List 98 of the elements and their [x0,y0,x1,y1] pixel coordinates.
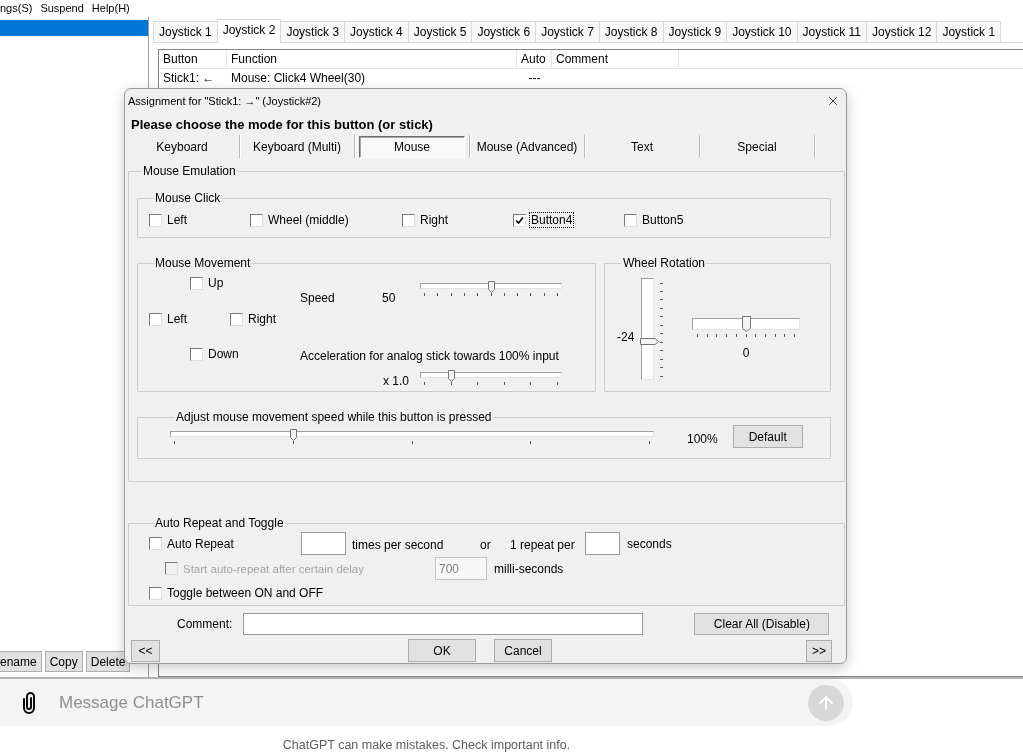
checkmark-icon [515,215,524,225]
slider-thumb[interactable] [289,429,297,441]
table-header-cell[interactable]: Button [159,50,227,68]
joystick-tab[interactable]: Joystick 12 [866,21,938,42]
table-cell-text: Mouse: Click4 Wheel(30) [230,70,367,87]
checkbox[interactable] [149,213,162,227]
joystick-tab[interactable]: Joystick 7 [535,21,600,42]
dialog-title: Assignment for "Stick1: →" (Joystick#2) [128,95,322,107]
group-title: Wheel Rotation [622,256,707,270]
checkbox[interactable] [513,213,526,227]
joystick-tab[interactable]: Joystick 2 [216,19,282,43]
label: -24 [617,330,635,344]
group-title: Adjust mouse movement speed while this button is pressed [175,410,493,424]
label: Acceleration for analog stick towards 100% input [300,349,559,363]
group-title: Mouse Emulation [142,164,237,178]
slider-thumb[interactable] [741,316,751,332]
dialog-heading: Please choose the mode for this button (or stick) [131,117,434,132]
mode-tab[interactable]: Text [588,135,696,158]
close-icon [826,94,840,108]
mode-tab[interactable]: Special [703,135,811,158]
table-header-cell[interactable]: Auto [517,50,552,68]
slider-thumb[interactable] [447,370,455,382]
checkbox-label: Right [247,311,277,327]
table-cell-text: Stick1: ← [162,70,216,87]
checkbox-label: Down [207,346,240,362]
menu-item[interactable]: Suspend [40,3,84,14]
label: 0 [742,346,750,360]
table-header-cell[interactable]: Function [227,50,517,68]
close-button[interactable] [826,94,840,108]
checkbox-label: Button4 [529,212,575,228]
checkbox-label: Wheel (middle) [267,212,350,228]
checkbox[interactable] [149,586,162,600]
joystick-tab[interactable]: Joystick 11 [796,21,867,42]
checkbox-label: Auto Repeat [166,535,235,552]
label: x 1.0 [383,374,409,388]
mode-tab[interactable]: Mouse (Advanced) [473,135,581,158]
joystick-tab[interactable]: Joystick 4 [344,21,409,42]
checkbox-label: Left [166,311,188,327]
attach-button[interactable] [21,690,37,715]
joystick-tab[interactable]: Joystick 10 [726,21,798,42]
checkbox[interactable] [250,213,263,227]
clear-all-button[interactable]: Clear All (Disable) [694,612,830,635]
ok-button[interactable]: OK [408,639,476,662]
checkbox-label: Button5 [641,212,685,228]
previous-button[interactable]: << [131,639,160,662]
checkbox[interactable] [149,312,162,326]
menu-item[interactable]: ngs(S) [0,3,33,14]
next-button[interactable]: >> [806,639,832,662]
label: 50 [382,291,396,305]
input-field[interactable] [301,532,346,555]
checkbox[interactable] [190,276,203,290]
paperclip-icon [21,690,37,715]
menu-item[interactable]: Help(H) [91,3,130,14]
table-header-cell[interactable]: Comment [552,50,679,68]
checkbox-label: Start auto-repeat after certain delay [182,561,365,577]
mode-tab[interactable]: Keyboard [128,135,236,158]
cancel-button[interactable]: Cancel [494,639,552,662]
joystick-tab[interactable]: Joystick 1 [936,21,1002,42]
slider-thumb[interactable] [640,337,659,345]
message-input[interactable]: Message ChatGPT [59,687,808,718]
joystick-tab[interactable]: Joystick 3 [280,21,346,42]
list-action-button[interactable]: Delete [85,651,131,672]
table-cell-text: --- [527,70,542,87]
checkbox[interactable] [624,213,637,227]
list-action-button[interactable]: Copy [44,651,83,672]
label: milli-seconds [494,561,564,576]
joystick-tab[interactable]: Joystick 6 [471,21,537,42]
joystick-tab[interactable]: Joystick 9 [662,21,728,42]
comment-input[interactable] [243,612,644,635]
group-title: Auto Repeat and Toggle [154,516,285,530]
list-action-button[interactable]: ename [0,651,42,672]
checkbox-label: Toggle between ON and OFF [166,585,325,601]
label: Speed [300,291,335,305]
label: 100% [687,432,718,446]
mode-tab[interactable]: Keyboard (Multi) [243,135,351,158]
default-button[interactable]: Default [732,425,803,448]
label: seconds [627,536,672,551]
label: or [480,537,491,552]
disclaimer-text: ChatGPT can make mistakes. Check important info. [281,737,572,753]
label: Comment: [177,616,233,631]
input-field[interactable] [585,532,620,555]
slider-thumb[interactable] [487,281,495,293]
joystick-tab[interactable]: Joystick 1 [153,21,218,42]
checkbox[interactable] [149,537,162,550]
checkbox-label: Up [207,275,225,291]
checkbox[interactable] [402,213,415,227]
group-title: Mouse Movement [154,256,252,270]
joystick-tab[interactable]: Joystick 5 [407,21,473,42]
joystick-tab[interactable]: Joystick 8 [598,21,664,42]
checkbox[interactable] [190,347,203,361]
group-title: Mouse Click [154,191,222,205]
checkbox-label: Right [419,212,449,228]
message-composer[interactable]: Message ChatGPT [0,679,853,726]
mode-tab[interactable]: Mouse [359,135,465,158]
checkbox-label: Left [166,212,188,228]
label: times per second [352,537,444,552]
checkbox[interactable] [230,312,243,326]
label: 1 repeat per [510,537,575,552]
